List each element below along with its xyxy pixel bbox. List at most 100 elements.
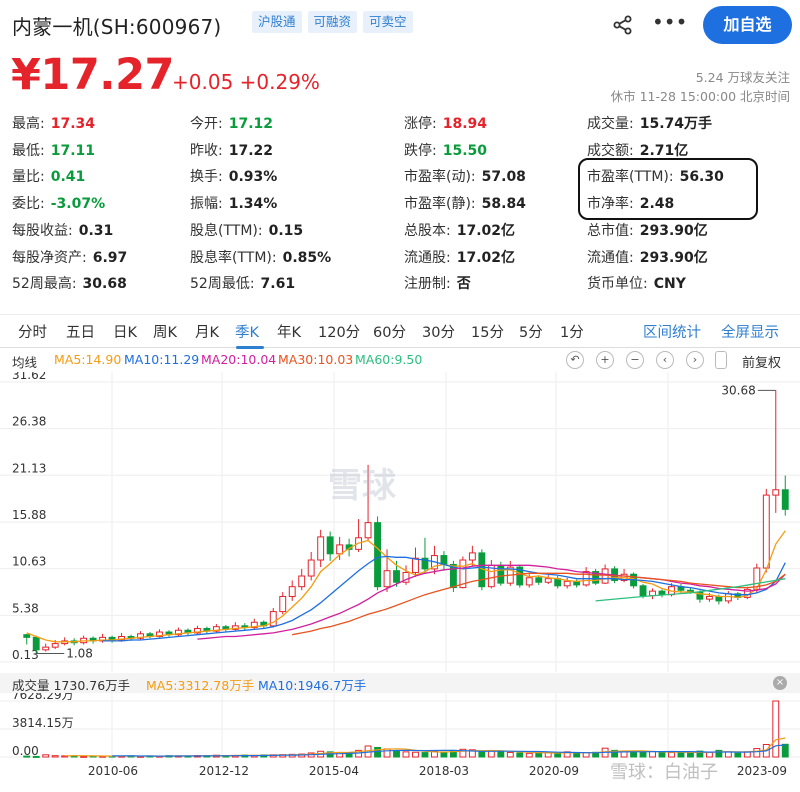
volume-bar <box>412 751 419 758</box>
candle-body <box>279 595 287 613</box>
tab-day-k[interactable]: 日K <box>113 321 137 342</box>
tab-minute[interactable]: 分时 <box>18 321 47 342</box>
quote-item: 振幅: 1.34% <box>190 194 277 214</box>
quote-label: 总市值: <box>587 222 634 239</box>
quote-item: 昨收: 17.22 <box>190 141 273 161</box>
quote-value: 0.85% <box>282 249 332 266</box>
volume-bar <box>554 752 562 758</box>
price-tick-label: 31.62 <box>12 372 46 382</box>
quote-item: 每股收益: 0.31 <box>12 221 113 241</box>
candle-body <box>724 593 732 602</box>
quote-item: 量比: 0.41 <box>12 167 85 187</box>
high-marker-label: 30.68 <box>721 383 755 397</box>
quote-label: 货币单位: <box>587 276 648 293</box>
candle-body <box>544 578 552 583</box>
tag-short[interactable]: 可卖空 <box>363 11 413 33</box>
tab-year-k[interactable]: 年K <box>277 321 301 342</box>
chevron-right-icon[interactable]: › <box>686 351 704 369</box>
quote-label: 换手: <box>190 169 223 186</box>
price-tick-label: 26.38 <box>12 415 46 429</box>
volume-bar <box>649 750 656 758</box>
volume-ma10: MA10:1946.7万手 <box>258 678 367 693</box>
quote-label: 跌停: <box>404 142 437 159</box>
quote-item: 股息(TTM): 0.15 <box>190 221 303 241</box>
adjust-mode[interactable]: 前复权 <box>742 352 781 371</box>
candle-body <box>601 568 609 584</box>
share-icon[interactable] <box>612 14 634 36</box>
tab-month-k[interactable]: 月K <box>195 321 219 342</box>
candle-body <box>383 570 391 588</box>
volume-bar <box>630 751 637 758</box>
tab-5min[interactable]: 5分 <box>519 321 543 342</box>
volume-legend: 成交量 1730.76万手 MA5:3312.78万手 MA10:1946.7万… <box>0 673 800 693</box>
quote-value: 7.61 <box>260 276 296 293</box>
volume-bar <box>80 755 88 758</box>
tab-1min[interactable]: 1分 <box>560 321 584 342</box>
quote-label: 振幅: <box>190 196 223 213</box>
quote-value: 293.90亿 <box>639 222 708 239</box>
quote-label: 成交额: <box>587 142 634 159</box>
candle-type-icon[interactable] <box>715 351 727 369</box>
volume-bar <box>525 752 533 758</box>
stock-tags: 沪股通 可融资 可卖空 <box>252 11 413 33</box>
candle-body <box>772 489 780 496</box>
quote-value: 17.22 <box>228 142 274 159</box>
zoom-out-icon[interactable]: − <box>626 351 644 369</box>
quote-value: 0.31 <box>78 222 114 239</box>
price-tick-label: 15.88 <box>12 508 46 522</box>
add-watchlist-button[interactable]: 加自选 <box>703 6 792 44</box>
period-tabs: 分时 五日 日K 周K 月K 季K 年K 120分 60分 30分 15分 5分… <box>0 314 800 349</box>
volume-bar <box>687 752 694 758</box>
quote-item: 市盈率(静): 58.84 <box>404 194 526 214</box>
candle-body <box>374 522 381 588</box>
volume-bar <box>772 700 780 758</box>
volume-ma5: MA5:3312.78万手 <box>146 678 255 693</box>
tab-quarter-k[interactable]: 季K <box>235 321 259 342</box>
volume-bar <box>724 751 732 758</box>
tab-60min[interactable]: 60分 <box>373 321 406 342</box>
chevron-left-icon[interactable]: ‹ <box>656 351 674 369</box>
tab-120min[interactable]: 120分 <box>318 321 360 342</box>
fullscreen-link[interactable]: 全屏显示 <box>721 321 779 342</box>
volume-bar <box>42 754 50 758</box>
quote-item: 今开: 17.12 <box>190 114 273 134</box>
tab-five-day[interactable]: 五日 <box>66 321 95 342</box>
candle-body <box>51 643 59 648</box>
price-chart[interactable]: 31.6226.3821.1315.8810.635.380.1330.681.… <box>0 372 800 672</box>
volume-bar <box>421 752 429 758</box>
quote-label: 今开: <box>190 116 223 132</box>
quote-label: 市盈率(静): <box>404 196 476 213</box>
candle-body <box>639 585 647 597</box>
tag-hgt[interactable]: 沪股通 <box>252 11 302 33</box>
close-icon[interactable]: × <box>773 676 787 690</box>
candle-body <box>298 575 306 588</box>
quote-value: 17.02亿 <box>456 222 516 239</box>
candle-body <box>42 646 50 651</box>
price-tick-label: 21.13 <box>12 461 46 475</box>
tab-week-k[interactable]: 周K <box>153 321 177 342</box>
candle-body <box>563 580 571 587</box>
more-icon[interactable]: ••• <box>652 12 687 36</box>
quote-value: 0.41 <box>50 169 86 186</box>
candle-body <box>307 559 315 577</box>
market-status: 休市 11-28 15:00:00 北京时间 <box>610 89 790 104</box>
date-tick-label: 2020-09 <box>529 764 579 778</box>
volume-bar <box>440 751 448 758</box>
candle-body <box>468 552 476 561</box>
range-stats-link[interactable]: 区间统计 <box>643 321 701 342</box>
tag-margin[interactable]: 可融资 <box>307 11 358 33</box>
stock-name: 内蒙一机(SH:600967) <box>12 15 222 39</box>
quote-label: 股息(TTM): <box>190 222 263 239</box>
tab-15min[interactable]: 15分 <box>471 321 504 342</box>
quote-item: 最低: 17.11 <box>12 141 95 161</box>
volume-bar <box>51 755 59 758</box>
undo-icon[interactable]: ↶ <box>566 351 584 369</box>
volume-bar <box>734 752 742 758</box>
quote-value: 1.34% <box>228 196 278 213</box>
volume-bar <box>497 750 505 758</box>
zoom-in-icon[interactable]: + <box>596 351 614 369</box>
volume-tick-label: 7628.29万 <box>12 693 74 702</box>
quote-value: 否 <box>456 276 471 293</box>
candle-body <box>705 595 713 600</box>
tab-30min[interactable]: 30分 <box>422 321 455 342</box>
